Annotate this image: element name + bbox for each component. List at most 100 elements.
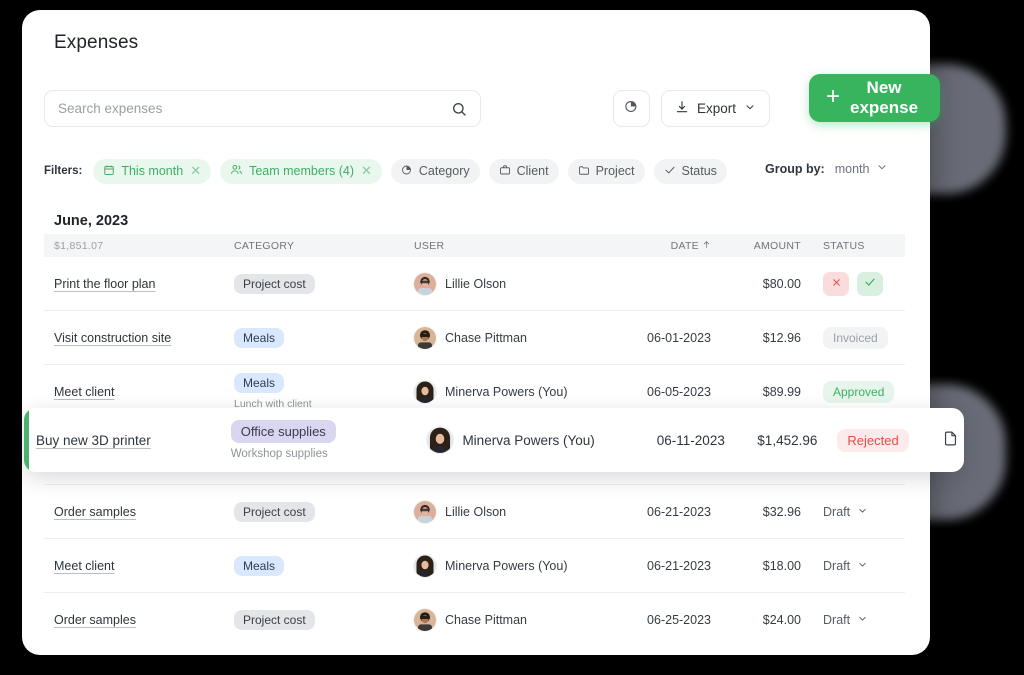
check-icon xyxy=(664,164,676,179)
avatar xyxy=(414,554,436,577)
expense-name[interactable]: Print the floor plan xyxy=(54,277,155,291)
chevron-down-icon xyxy=(876,161,888,176)
search-icon[interactable] xyxy=(451,101,467,117)
category-badge: Office supplies xyxy=(230,420,336,443)
user-name: Minerva Powers (You) xyxy=(462,432,595,448)
filter-chip-category[interactable]: Category xyxy=(390,158,480,184)
filter-chip-label: This month xyxy=(121,164,184,178)
filter-chip-status[interactable]: Status xyxy=(653,158,727,184)
user-name: Chase Pittman xyxy=(445,330,527,345)
status-label: Draft xyxy=(823,558,851,573)
group-by-value: month xyxy=(834,161,870,176)
category-badge: Meals xyxy=(234,327,285,348)
chevron-down-icon xyxy=(857,505,868,519)
page-title: Expenses xyxy=(54,32,139,53)
filter-chip-label: Status xyxy=(681,164,717,178)
group-title: June, 2023 xyxy=(54,213,129,229)
attachment-button[interactable] xyxy=(937,426,964,454)
table-header: $1,851.07 CATEGORY USER DATE AMOUNT STAT… xyxy=(44,234,905,257)
expense-amount: $80.00 xyxy=(762,276,801,291)
filter-chip-label: Team members (4) xyxy=(249,164,354,178)
group-by-label: Group by: xyxy=(765,161,825,176)
table-row[interactable]: Meet client Meals Minerva Powers (You) 0… xyxy=(44,539,905,593)
export-button[interactable]: Export xyxy=(661,90,771,127)
status-dropdown[interactable]: Draft xyxy=(823,505,905,519)
approval-actions xyxy=(823,271,905,296)
avatar xyxy=(414,326,436,349)
row-accent-bar xyxy=(24,408,29,472)
chevron-down-icon xyxy=(744,101,756,116)
expense-name[interactable]: Visit construction site xyxy=(54,331,171,345)
new-expense-button[interactable]: + New expense xyxy=(809,74,941,122)
expense-name[interactable]: Meet client xyxy=(54,559,114,573)
highlighted-table-row[interactable]: Buy new 3D printer Office supplies Works… xyxy=(24,408,964,472)
expense-date: 06-05-2023 xyxy=(647,384,711,399)
category-note: Workshop supplies xyxy=(230,448,328,460)
status-badge: Approved xyxy=(823,380,895,403)
status-dropdown[interactable]: Draft xyxy=(823,559,905,573)
close-icon xyxy=(831,276,842,291)
expense-amount: $24.00 xyxy=(762,613,801,627)
status-badge: Invoiced xyxy=(823,326,888,349)
status-dropdown[interactable]: Draft xyxy=(823,613,905,627)
plus-icon: + xyxy=(826,83,841,110)
table-row[interactable]: Order samples Project cost Chase Pittman xyxy=(44,593,905,647)
avatar xyxy=(427,427,454,453)
filter-chip-project[interactable]: Project xyxy=(567,158,645,184)
avatar xyxy=(414,609,436,631)
user-name: Minerva Powers (You) xyxy=(445,384,568,399)
chevron-down-icon xyxy=(857,613,868,627)
expense-amount: $1,452.96 xyxy=(757,432,818,448)
filter-chip-label: Client xyxy=(516,164,549,178)
filter-chip-label: Category xyxy=(418,164,470,178)
column-date[interactable]: DATE xyxy=(614,240,719,252)
group-by-select[interactable]: month xyxy=(835,161,889,176)
filter-chip-client[interactable]: Client xyxy=(488,158,559,184)
close-icon[interactable]: ✕ xyxy=(190,163,201,179)
filters-label: Filters: xyxy=(44,165,83,177)
filters-bar: Filters: This month ✕ Team members (4) ✕ xyxy=(44,158,727,184)
search-input[interactable] xyxy=(58,101,451,116)
chevron-down-icon xyxy=(857,559,868,573)
filter-chip-team-members[interactable]: Team members (4) ✕ xyxy=(220,158,382,184)
users-icon xyxy=(230,163,243,179)
expense-date: 06-01-2023 xyxy=(647,330,711,345)
user-name: Lillie Olson xyxy=(445,504,507,519)
avatar xyxy=(414,272,436,295)
table-row[interactable]: Visit construction site Meals Chase Pitt… xyxy=(44,311,905,365)
avatar xyxy=(414,380,436,403)
expense-name[interactable]: Buy new 3D printer xyxy=(36,433,151,448)
filter-chip-this-month[interactable]: This month ✕ xyxy=(93,158,212,184)
table-row[interactable]: Print the floor plan Project cost Lillie… xyxy=(44,257,905,311)
expense-date: 06-21-2023 xyxy=(647,558,711,573)
column-category: CATEGORY xyxy=(234,239,295,252)
filter-chip-label: Project xyxy=(595,164,635,178)
pie-chart-icon xyxy=(401,164,413,179)
avatar xyxy=(414,500,436,523)
expense-amount: $32.96 xyxy=(762,504,801,519)
expense-name[interactable]: Order samples xyxy=(54,505,136,519)
expense-date: 06-11-2023 xyxy=(656,432,725,448)
table-row[interactable]: Order samples Project cost Lillie Olson xyxy=(44,485,905,539)
status-badge: Rejected xyxy=(837,428,909,452)
group-total: $1,851.07 xyxy=(54,239,104,252)
column-date-label: DATE xyxy=(670,239,699,252)
check-icon xyxy=(864,276,876,291)
expense-date: 06-25-2023 xyxy=(647,613,711,627)
search-box[interactable] xyxy=(44,90,481,127)
category-badge: Meals xyxy=(234,373,285,393)
user-name: Lillie Olson xyxy=(445,276,507,291)
expenses-card: Expenses Export xyxy=(22,10,941,655)
expense-name[interactable]: Order samples xyxy=(54,613,136,627)
pie-chart-button[interactable] xyxy=(613,90,650,127)
export-label: Export xyxy=(697,101,737,116)
expense-amount: $89.99 xyxy=(762,384,801,399)
category-badge: Project cost xyxy=(234,273,315,294)
arrow-up-icon xyxy=(702,240,711,252)
status-label: Draft xyxy=(823,504,851,519)
approve-button[interactable] xyxy=(857,271,883,296)
close-icon[interactable]: ✕ xyxy=(361,163,372,179)
reject-button[interactable] xyxy=(823,271,849,296)
expense-name[interactable]: Meet client xyxy=(54,385,114,399)
expense-date: 06-21-2023 xyxy=(647,504,711,519)
